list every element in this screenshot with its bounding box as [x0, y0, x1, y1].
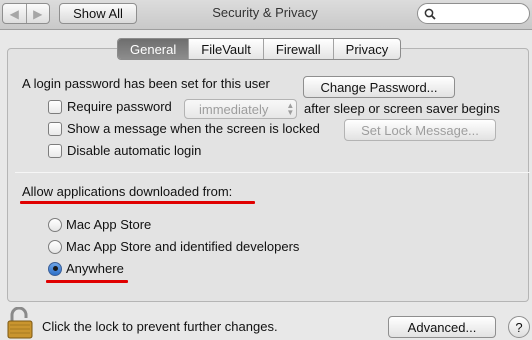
heading-red-underline — [20, 201, 255, 204]
window-toolbar: ◀ ▶ Show All Security & Privacy — [0, 0, 532, 30]
tab-general[interactable]: General — [118, 39, 189, 59]
tab-filevault[interactable]: FileVault — [188, 39, 263, 59]
tab-firewall[interactable]: Firewall — [262, 39, 333, 59]
unlocked-padlock-icon[interactable] — [6, 307, 34, 339]
forward-arrow-icon: ▶ — [33, 6, 43, 21]
show-message-label: Show a message when the screen is locked — [67, 121, 320, 136]
radio-option-identified-developers[interactable]: Mac App Store and identified developers — [48, 239, 299, 254]
change-password-button[interactable]: Change Password... — [303, 76, 455, 98]
downloads-heading: Allow applications downloaded from: — [22, 184, 233, 199]
forward-button[interactable]: ▶ — [25, 4, 50, 23]
show-message-row: Show a message when the screen is locked — [48, 121, 320, 136]
require-password-suffix: after sleep or screen saver begins — [304, 101, 500, 116]
radio-button-selected[interactable] — [48, 261, 62, 276]
show-all-button[interactable]: Show All — [59, 3, 137, 24]
nav-button-group: ◀ ▶ — [2, 3, 50, 24]
select-arrows-icon: ▲ ▼ — [286, 101, 295, 117]
advanced-button[interactable]: Advanced... — [388, 316, 496, 338]
tab-bar: General FileVault Firewall Privacy — [117, 38, 402, 60]
disable-auto-login-row: Disable automatic login — [48, 143, 201, 158]
radio-option-mac-app-store[interactable]: Mac App Store — [48, 217, 151, 232]
radio-label: Mac App Store — [66, 217, 152, 232]
section-divider — [15, 172, 530, 173]
back-button[interactable]: ◀ — [3, 4, 26, 23]
tab-privacy[interactable]: Privacy — [332, 39, 401, 59]
radio-label: Mac App Store and identified developers — [66, 239, 300, 254]
help-button[interactable]: ? — [508, 316, 530, 338]
set-lock-message-button[interactable]: Set Lock Message... — [344, 119, 496, 141]
require-password-select-value: immediately — [199, 101, 269, 117]
require-password-label: Require password — [67, 99, 172, 114]
window-title: Security & Privacy — [212, 5, 318, 20]
radio-label: Anywhere — [66, 261, 124, 276]
require-password-select[interactable]: immediately ▲ ▼ — [184, 99, 297, 119]
search-icon — [424, 8, 436, 20]
search-input[interactable] — [417, 3, 530, 24]
disable-auto-login-checkbox[interactable] — [48, 143, 62, 158]
anywhere-red-underline — [46, 280, 128, 283]
radio-option-anywhere[interactable]: Anywhere — [48, 261, 124, 276]
back-arrow-icon: ◀ — [9, 6, 19, 21]
login-password-text: A login password has been set for this u… — [22, 76, 270, 91]
radio-button[interactable] — [48, 239, 62, 254]
radio-button[interactable] — [48, 217, 62, 232]
disable-auto-login-label: Disable automatic login — [67, 143, 202, 158]
show-message-checkbox[interactable] — [48, 121, 62, 136]
lock-status-text: Click the lock to prevent further change… — [42, 319, 278, 334]
login-password-row: A login password has been set for this u… — [22, 76, 270, 91]
require-password-checkbox[interactable] — [48, 99, 62, 114]
require-password-row: Require password — [48, 99, 172, 114]
